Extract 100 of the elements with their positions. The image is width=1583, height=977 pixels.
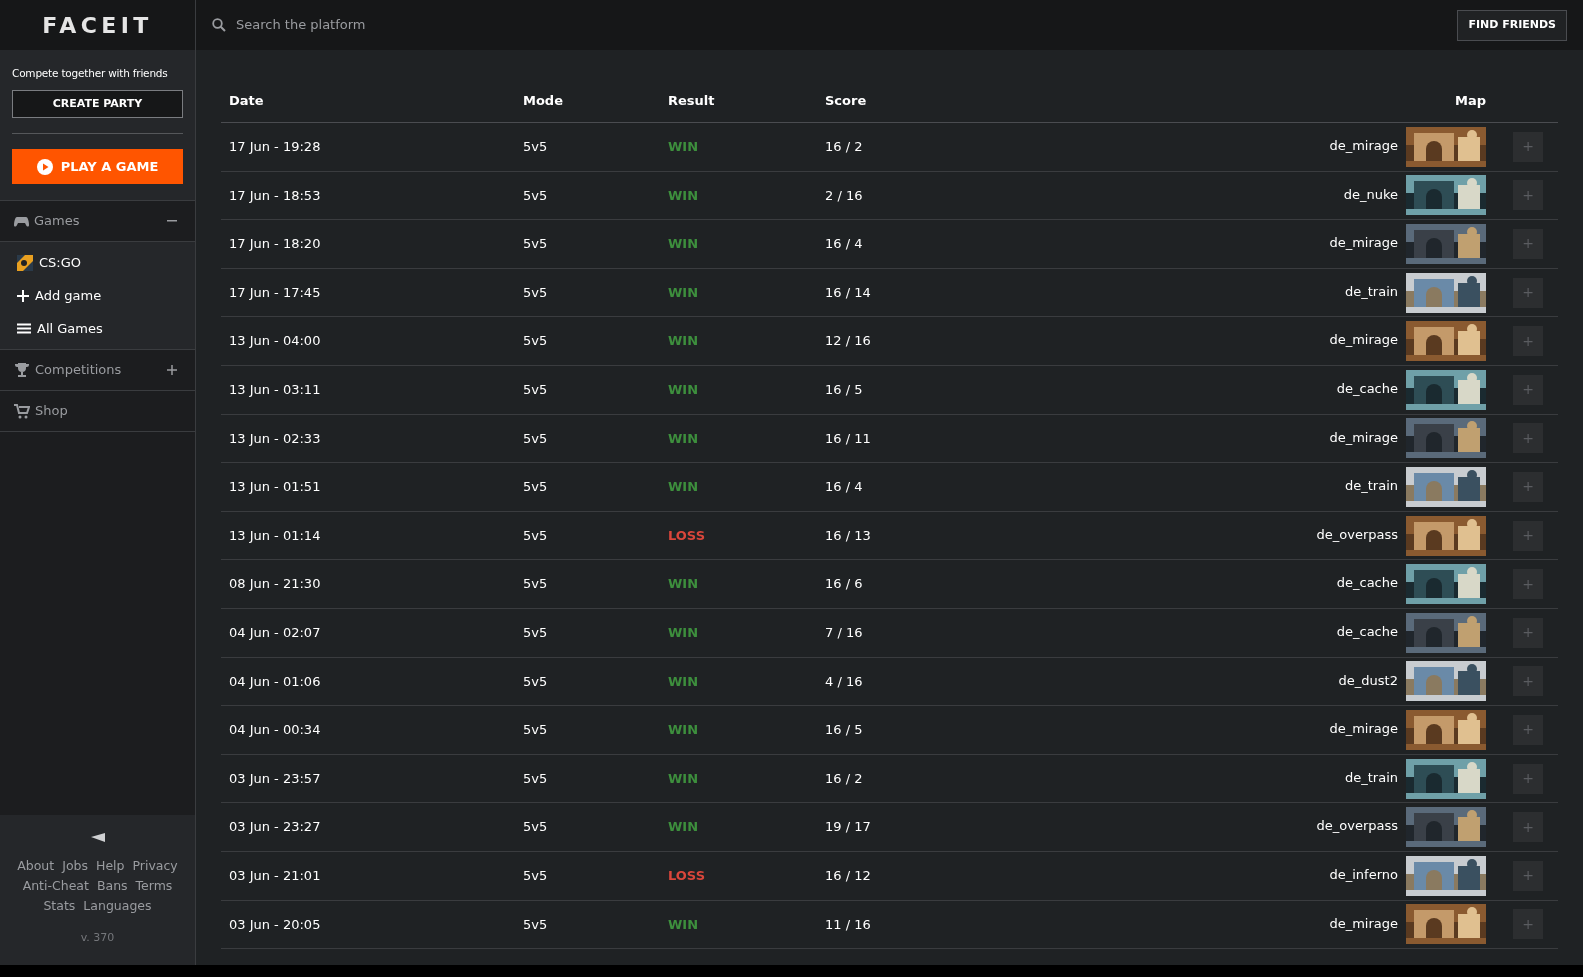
play-game-button[interactable]: PLAY A GAME — [12, 149, 183, 184]
nav-item[interactable]: Add game — [0, 279, 195, 312]
footer-link[interactable]: About — [17, 856, 55, 876]
table-cell-text: 5v5 — [523, 866, 549, 885]
nav-item[interactable]: Competitions — [0, 350, 195, 391]
table-cell-text: 5v5 — [523, 283, 549, 302]
map-name: de_nuke — [1343, 185, 1398, 204]
nav-item[interactable]: CS:GO — [0, 246, 195, 279]
footer-link[interactable]: Languages — [83, 896, 152, 916]
table-cell-text: 5v5 — [523, 672, 549, 691]
result-label: WIN — [668, 381, 699, 399]
table-cell-text: 03 Jun - 23:27 — [229, 818, 322, 837]
result-label: WIN — [668, 186, 699, 205]
table-cell-text: 5v5 — [523, 381, 549, 399]
column-header: Result — [668, 91, 716, 110]
table-cell-text: 17 Jun - 17:45 — [229, 283, 322, 302]
map-name: de_cache — [1336, 380, 1398, 398]
map-name: de_overpass — [1316, 525, 1398, 544]
table-cell-text: 5v5 — [523, 429, 549, 448]
gamepad-icon — [14, 215, 29, 227]
create-party-button[interactable]: CREATE PARTY — [12, 90, 183, 118]
footer-link[interactable]: Bans — [96, 876, 128, 896]
expand-icon[interactable] — [167, 365, 177, 375]
table-cell-text: 13 Jun - 02:33 — [229, 429, 322, 448]
table-cell-text: 13 Jun - 01:51 — [229, 478, 322, 497]
table-cell-text: 5v5 — [523, 186, 549, 205]
table-cell-text: 2 / 16 — [825, 186, 864, 205]
table-cell-text: 5v5 — [523, 915, 549, 934]
tagline: Compete together with friends — [12, 66, 169, 81]
table-cell-text: 5v5 — [523, 769, 549, 788]
cart-icon — [14, 403, 30, 419]
table-cell-text: 16 / 2 — [825, 769, 864, 788]
result-label: WIN — [668, 575, 699, 594]
footer-link[interactable]: Terms — [135, 876, 173, 896]
table-cell-text: 04 Jun - 02:07 — [229, 624, 322, 642]
result-label: LOSS — [668, 866, 705, 885]
map-name: de_mirage — [1329, 234, 1398, 253]
result-label: WIN — [668, 429, 699, 448]
map-name: de_train — [1345, 282, 1398, 301]
result-label: WIN — [668, 624, 699, 642]
table-cell-text: 5v5 — [523, 526, 549, 545]
table-cell-text: 4 / 16 — [825, 672, 864, 691]
table-cell-text: 5v5 — [523, 624, 549, 642]
map-name: de_mirage — [1329, 720, 1398, 739]
nav-item[interactable]: Games — [0, 201, 195, 242]
result-label: WIN — [668, 478, 699, 497]
result-label: WIN — [668, 138, 699, 157]
table-cell-text: 5v5 — [523, 818, 549, 837]
game-icon — [17, 254, 33, 271]
table-cell-text: 16 / 2 — [825, 138, 864, 157]
map-name: de_train — [1345, 768, 1398, 787]
result-label: WIN — [668, 915, 699, 934]
map-name: de_mirage — [1329, 331, 1398, 350]
table-cell-text: 12 / 16 — [825, 332, 872, 351]
table-cell-text: 16 / 4 — [825, 235, 864, 254]
table-cell-text: 5v5 — [523, 332, 549, 351]
table-cell-text: 16 / 5 — [825, 721, 864, 740]
footer-link[interactable]: Help — [96, 856, 125, 876]
table-cell-text: 17 Jun - 18:53 — [229, 186, 322, 205]
search-field[interactable]: Search the platform — [236, 15, 576, 35]
nav-item[interactable]: Shop — [0, 391, 195, 432]
menu-icon — [17, 323, 31, 334]
table-cell-text: 16 / 11 — [825, 429, 872, 448]
column-header: Map — [1455, 91, 1486, 110]
result-label: WIN — [668, 235, 699, 254]
result-label: LOSS — [668, 526, 705, 545]
nav-item[interactable]: All Games — [0, 312, 195, 345]
result-label: WIN — [668, 332, 699, 351]
table-cell-text: 17 Jun - 18:20 — [229, 235, 322, 254]
table-cell-text: 03 Jun - 20:05 — [229, 915, 322, 934]
table-cell-text: 16 / 14 — [825, 283, 872, 302]
column-header: Mode — [523, 91, 564, 110]
trophy-icon — [14, 362, 30, 378]
table-cell-text: 04 Jun - 00:34 — [229, 721, 322, 740]
table-cell-text: 08 Jun - 21:30 — [229, 575, 322, 594]
map-name: de_inferno — [1329, 865, 1398, 884]
find-friends-button[interactable]: FIND FRIENDS — [1457, 9, 1567, 41]
table-cell-text: 5v5 — [523, 721, 549, 740]
map-name: de_mirage — [1329, 137, 1398, 156]
map-name: de_cache — [1336, 623, 1398, 641]
collapse-arrow-icon[interactable] — [90, 833, 105, 842]
map-name: de_train — [1345, 477, 1398, 496]
footer-link[interactable]: Anti-Cheat — [22, 876, 89, 896]
table-cell-text: 16 / 5 — [825, 381, 864, 399]
table-cell-text: 11 / 16 — [825, 915, 872, 934]
map-name: de_mirage — [1329, 914, 1398, 933]
table-cell-text: 16 / 12 — [825, 866, 872, 885]
table-cell-text: 03 Jun - 23:57 — [229, 769, 322, 788]
play-icon — [36, 158, 53, 175]
footer-link[interactable]: Privacy — [132, 856, 178, 876]
column-header: Date — [229, 91, 265, 110]
footer-link[interactable]: Jobs — [62, 856, 88, 876]
table-cell-text: 13 Jun - 01:14 — [229, 526, 322, 545]
table-cell-text: 16 / 13 — [825, 526, 872, 545]
footer-link[interactable]: Stats — [43, 896, 76, 916]
table-cell-text: 5v5 — [523, 478, 549, 497]
table-cell-text: 13 Jun - 04:00 — [229, 332, 322, 351]
search-icon — [212, 18, 226, 32]
map-name: de_cache — [1336, 574, 1398, 593]
table-cell-text: 17 Jun - 19:28 — [229, 138, 322, 157]
